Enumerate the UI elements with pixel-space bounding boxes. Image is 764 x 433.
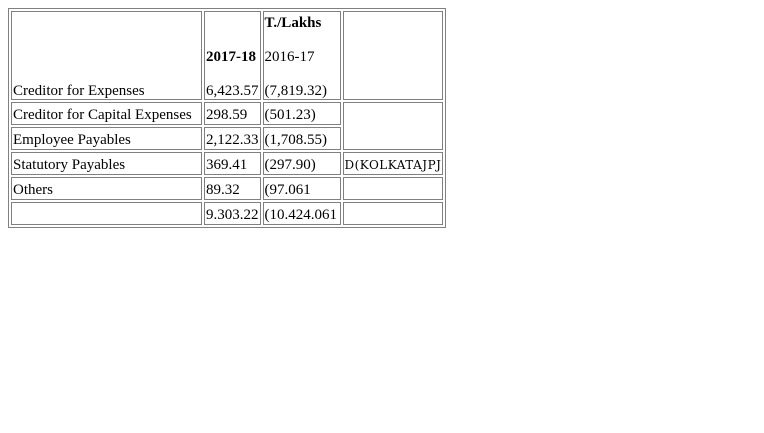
previous-value: (297.90) [262,152,341,175]
table-row: Statutory Payables 369.41 (297.90) D(KOL… [11,152,444,175]
previous-value: (7,819.32) [264,83,328,99]
unit-label: T./Lakhs [264,15,322,31]
previous-year-header: 2016-17 [264,49,315,65]
previous-year-cell: T./Lakhs 2016-17 (7,819.32) [262,11,341,100]
stamp-text: D(KOLKATAJPJ [342,152,444,175]
payables-table: Creditor for Expenses 2017-18 6,423.57 T… [8,8,447,228]
current-total: 9.303.22 [204,202,261,225]
table-row: Others 89.32 (97.061 [11,177,444,200]
current-year-header: 2017-18 [206,49,256,65]
row-label: Creditor for Expenses [13,83,145,99]
previous-value: (501.23) [262,102,341,125]
row-label: Others [11,177,202,200]
previous-value: (97.061 [262,177,341,200]
row-label: Creditor for Capital Expenses [11,102,202,125]
empty-cell [342,202,444,225]
previous-value: (1,708.55) [262,127,341,150]
table-row: Creditor for Capital Expenses 298.59 (50… [11,102,444,150]
current-value: 6,423.57 [206,83,259,99]
empty-cell [342,11,444,100]
empty-cell [342,177,444,200]
table-row: Creditor for Expenses 2017-18 6,423.57 T… [11,11,444,100]
row-label: Employee Payables [11,127,202,150]
row-label: Statutory Payables [11,152,202,175]
current-value: 298.59 [204,102,261,125]
current-value: 2,122.33 [204,127,261,150]
empty-cell [342,102,444,150]
row-label-cell: Creditor for Expenses [11,11,202,100]
total-row: 9.303.22 (10.424.061 [11,202,444,225]
previous-total: (10.424.061 [262,202,341,225]
current-value: 89.32 [204,177,261,200]
row-label [11,202,202,225]
current-year-cell: 2017-18 6,423.57 [204,11,261,100]
current-value: 369.41 [204,152,261,175]
